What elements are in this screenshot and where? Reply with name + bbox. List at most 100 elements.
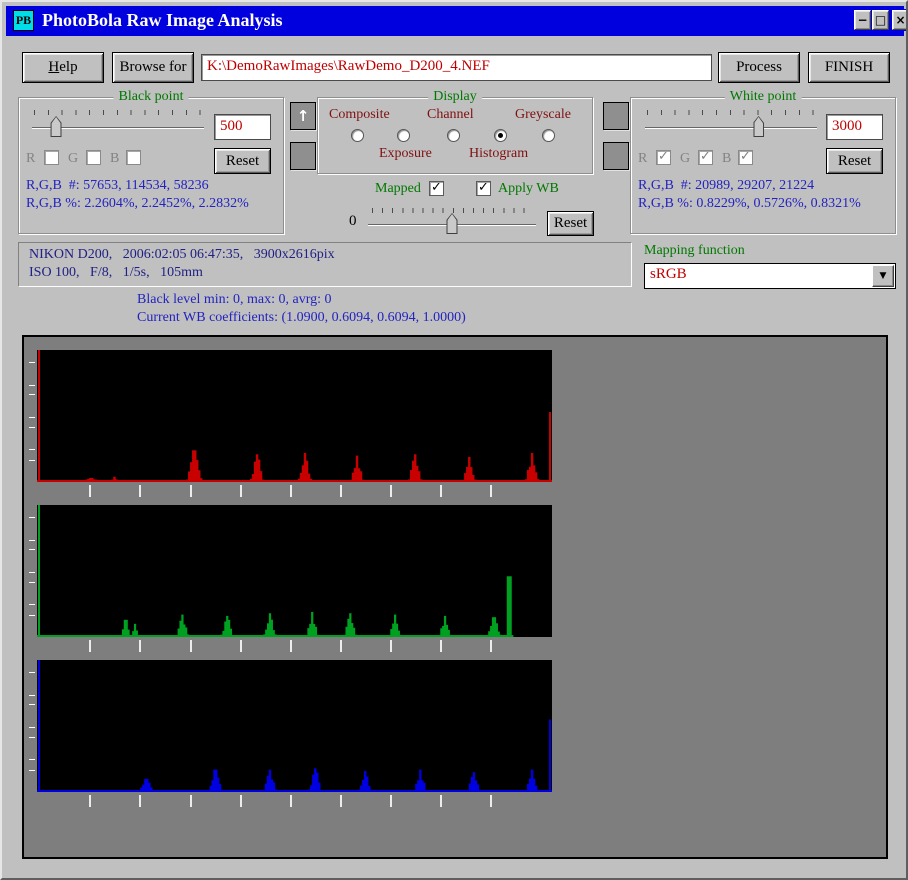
y-axis-tick bbox=[29, 449, 35, 450]
composite-radio[interactable] bbox=[351, 129, 364, 142]
y-axis-tick bbox=[29, 759, 35, 760]
y-axis-tick bbox=[29, 394, 35, 395]
x-axis-tick bbox=[440, 640, 442, 652]
black-point-g-checkbox[interactable] bbox=[86, 150, 101, 165]
left-color-swatch-button[interactable] bbox=[290, 142, 316, 170]
help-button[interactable]: Help bbox=[22, 52, 104, 83]
y-axis-tick bbox=[29, 417, 35, 418]
x-axis-tick bbox=[240, 795, 242, 807]
right-color-swatch-button-bottom[interactable] bbox=[603, 142, 629, 170]
blue-channel-histogram bbox=[37, 660, 552, 792]
y-axis-tick bbox=[29, 582, 35, 583]
x-axis-tick bbox=[390, 485, 392, 497]
x-axis-tick bbox=[190, 640, 192, 652]
browse-button-label: Browse for bbox=[119, 59, 186, 76]
display-title: Display bbox=[428, 89, 482, 105]
x-axis-tick bbox=[490, 485, 492, 497]
channel-radio[interactable] bbox=[447, 129, 460, 142]
right-color-swatch-button-top[interactable] bbox=[603, 102, 629, 130]
black-point-r-checkbox[interactable] bbox=[44, 150, 59, 165]
greyscale-radio[interactable] bbox=[542, 129, 555, 142]
y-axis-tick bbox=[29, 517, 35, 518]
y-axis-tick bbox=[29, 727, 35, 728]
browse-button[interactable]: Browse for bbox=[112, 52, 194, 83]
apply-wb-label: Apply WB bbox=[498, 181, 559, 197]
y-axis-tick bbox=[29, 540, 35, 541]
x-axis-tick bbox=[440, 795, 442, 807]
black-point-slider-thumb[interactable] bbox=[51, 116, 62, 137]
mapped-checkbox[interactable] bbox=[429, 181, 444, 196]
app-window: PB PhotoBola Raw Image Analysis − □ × He… bbox=[0, 0, 908, 880]
mapping-function-value: sRGB bbox=[650, 266, 687, 283]
app-icon: PB bbox=[13, 10, 34, 31]
file-path-input[interactable]: K:\DemoRawImages\RawDemo_D200_4.NEF bbox=[201, 54, 712, 81]
y-axis-tick bbox=[29, 695, 35, 696]
minimize-button[interactable]: − bbox=[854, 10, 871, 30]
close-button[interactable]: × bbox=[892, 10, 908, 30]
x-axis-tick bbox=[139, 485, 141, 497]
black-point-reset-label: Reset bbox=[226, 153, 259, 170]
mapping-function-select[interactable]: sRGB ▼ bbox=[644, 263, 896, 289]
x-axis-tick bbox=[190, 485, 192, 497]
x-axis-tick bbox=[490, 640, 492, 652]
x-axis-tick bbox=[290, 795, 292, 807]
camera-info-box: NIKON D200, 2006:02:05 06:47:35, 3900x26… bbox=[18, 242, 632, 287]
x-axis-tick bbox=[89, 485, 91, 497]
y-axis-tick bbox=[29, 362, 35, 363]
display-reset-button[interactable]: Reset bbox=[547, 211, 594, 236]
option-channel-label: Channel bbox=[427, 107, 474, 123]
black-point-reset-button[interactable]: Reset bbox=[214, 148, 271, 174]
x-axis-tick bbox=[340, 485, 342, 497]
x-axis-tick bbox=[190, 795, 192, 807]
y-axis-tick bbox=[29, 737, 35, 738]
black-point-g-label: G bbox=[68, 151, 78, 167]
y-axis-tick bbox=[29, 704, 35, 705]
title-bar: PB PhotoBola Raw Image Analysis − □ × bbox=[6, 6, 904, 36]
mapping-function-dropdown-button[interactable]: ▼ bbox=[872, 265, 894, 287]
black-point-value-input[interactable]: 500 bbox=[214, 114, 271, 140]
white-point-r-checkbox[interactable] bbox=[656, 150, 671, 165]
display-slider-thumb[interactable] bbox=[447, 213, 458, 234]
white-point-title: White point bbox=[725, 89, 802, 105]
x-axis-tick bbox=[139, 640, 141, 652]
white-point-g-label: G bbox=[680, 151, 690, 167]
maximize-icon: □ bbox=[875, 13, 886, 27]
white-point-reset-button[interactable]: Reset bbox=[826, 148, 883, 174]
white-point-stats-percent: R,G,B %: 0.8229%, 0.5726%, 0.8321% bbox=[638, 196, 861, 212]
y-axis-tick bbox=[29, 672, 35, 673]
histogram-radio[interactable] bbox=[494, 129, 507, 142]
chevron-down-icon: ▼ bbox=[880, 271, 887, 281]
exposure-radio[interactable] bbox=[397, 129, 410, 142]
x-axis-tick bbox=[89, 640, 91, 652]
black-point-b-checkbox[interactable] bbox=[126, 150, 141, 165]
x-axis-tick bbox=[240, 640, 242, 652]
option-greyscale-label: Greyscale bbox=[515, 107, 571, 123]
maximize-button[interactable]: □ bbox=[872, 10, 889, 30]
red-channel-histogram bbox=[37, 350, 552, 482]
option-histogram-label: Histogram bbox=[469, 146, 528, 162]
x-axis-tick bbox=[340, 795, 342, 807]
white-point-reset-label: Reset bbox=[838, 153, 871, 170]
x-axis-tick bbox=[490, 795, 492, 807]
process-button[interactable]: Process bbox=[718, 52, 800, 83]
white-point-slider-thumb[interactable] bbox=[753, 116, 764, 137]
white-point-stats-count: R,G,B #: 20989, 29207, 21224 bbox=[638, 178, 814, 194]
black-level-text: Black level min: 0, max: 0, avrg: 0 bbox=[137, 292, 332, 308]
y-axis-tick bbox=[29, 385, 35, 386]
x-axis-tick bbox=[89, 795, 91, 807]
x-axis-tick bbox=[139, 795, 141, 807]
finish-button[interactable]: FINISH bbox=[808, 52, 890, 83]
x-axis-tick bbox=[290, 640, 292, 652]
x-axis-tick bbox=[340, 640, 342, 652]
composite-up-button[interactable]: ↑ bbox=[290, 102, 316, 130]
white-point-b-label: B bbox=[722, 151, 731, 167]
process-button-label: Process bbox=[736, 59, 782, 76]
apply-wb-checkbox[interactable] bbox=[476, 181, 491, 196]
white-point-slider-ticks bbox=[647, 110, 814, 115]
option-exposure-label: Exposure bbox=[379, 146, 432, 162]
white-point-g-checkbox[interactable] bbox=[698, 150, 713, 165]
x-axis-tick bbox=[440, 485, 442, 497]
white-point-b-checkbox[interactable] bbox=[738, 150, 753, 165]
y-axis-tick bbox=[29, 604, 35, 605]
white-point-value-input[interactable]: 3000 bbox=[826, 114, 883, 140]
